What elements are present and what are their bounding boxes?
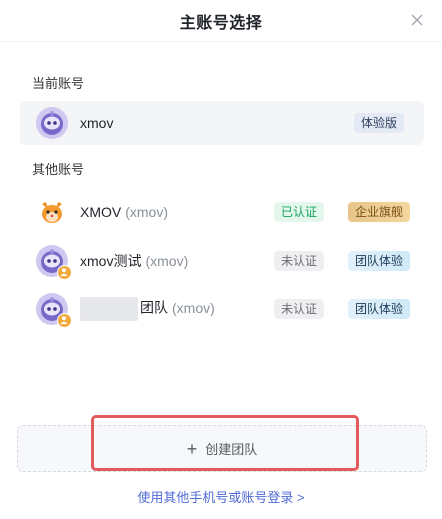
account-row-xmov-enterprise[interactable]: XMOV (xmov) 已认证 企业旗舰 — [20, 190, 424, 234]
redacted-name-block — [80, 297, 138, 321]
account-name: xmov测试 (xmov) — [80, 251, 188, 271]
account-row-xmov-test[interactable]: xmov测试 (xmov) 未认证 团队体验 — [20, 239, 424, 283]
highlight-box — [91, 415, 359, 471]
current-account-row[interactable]: xmov 体验版 — [20, 101, 424, 145]
other-accounts-label: 其他账号 — [32, 162, 85, 177]
robot-avatar-icon — [36, 245, 72, 280]
current-account-label: 当前账号 — [32, 76, 85, 91]
fox-mascot-avatar-icon — [36, 196, 68, 228]
dialog-header: 主账号选择 — [0, 0, 442, 42]
enterprise-flagship-badge: 企业旗舰 — [348, 202, 411, 222]
team-trial-badge: 团队体验 — [348, 299, 411, 319]
account-name-sub: (xmov) — [145, 253, 189, 269]
trial-badge: 体验版 — [353, 113, 404, 133]
current-account-name: xmov — [80, 115, 114, 131]
verified-badge: 已认证 — [274, 202, 325, 222]
account-name-main: xmov测试 — [80, 253, 142, 269]
unverified-badge: 未认证 — [274, 299, 325, 319]
account-name: XMOV (xmov) — [80, 204, 168, 220]
account-name-main: 团队 — [140, 299, 168, 316]
team-user-icon — [57, 313, 72, 328]
unverified-badge: 未认证 — [274, 251, 325, 271]
team-trial-badge: 团队体验 — [348, 251, 411, 271]
account-name-main: XMOV — [80, 204, 122, 220]
dialog-title: 主账号选择 — [179, 14, 263, 32]
close-icon[interactable] — [406, 9, 428, 31]
account-name-sub: (xmov) — [125, 204, 169, 220]
team-user-icon — [57, 265, 72, 280]
robot-avatar-icon — [36, 107, 68, 139]
account-name-sub: (xmov) — [172, 299, 215, 316]
robot-avatar-icon — [36, 293, 72, 328]
other-login-link[interactable]: 使用其他手机号或账号登录 > — [0, 487, 442, 506]
account-row-team[interactable]: 团队 (xmov) 未认证 团队体验 — [20, 287, 424, 331]
account-name: 团队 (xmov) — [80, 297, 215, 321]
